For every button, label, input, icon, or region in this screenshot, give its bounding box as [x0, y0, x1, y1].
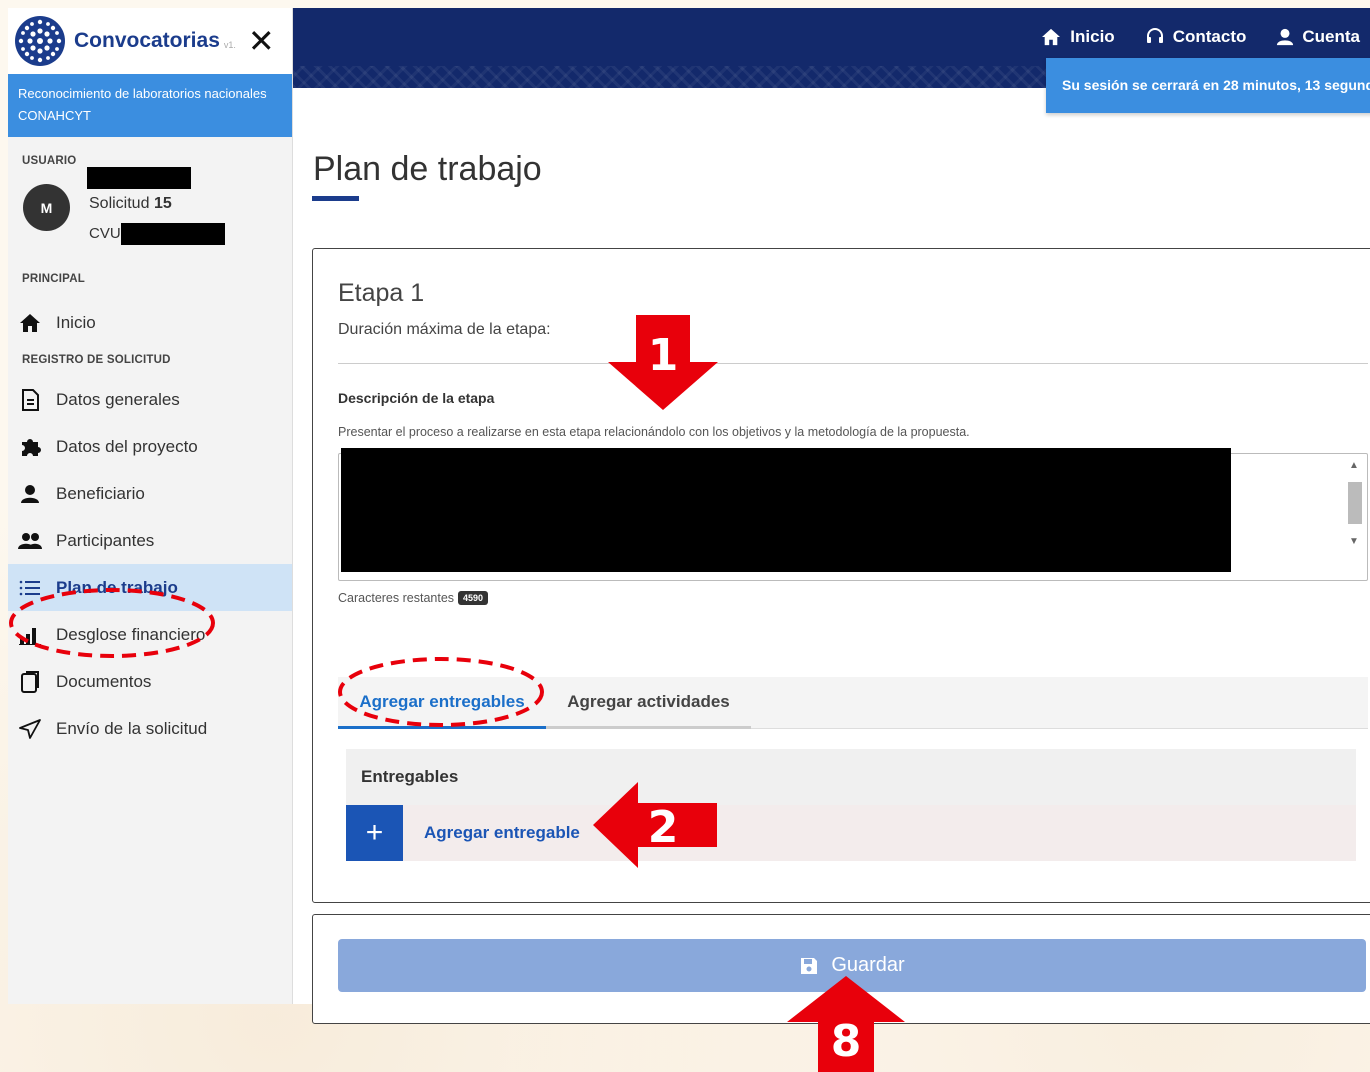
session-timeout-notice: Su sesión se cerrará en 28 minutos, 13 s…: [1046, 58, 1370, 113]
caracteres-count-badge: 4590: [458, 591, 489, 605]
section-principal: PRINCIPAL: [22, 273, 85, 285]
caracteres-label: Caracteres restantes: [338, 591, 455, 605]
textarea-scrollbar[interactable]: ▲ ▼: [1345, 458, 1363, 576]
sidebar-item-label: Datos generales: [56, 389, 180, 409]
bar-chart-icon: [18, 623, 42, 647]
solicitud-number: 15: [153, 195, 172, 212]
copy-icon: [18, 670, 42, 694]
redacted-username: [87, 167, 191, 189]
section-usuario: USUARIO: [22, 155, 77, 167]
sidebar-item-label: Plan de trabajo: [56, 577, 178, 597]
sidebar-item-label: Desglose financiero: [56, 624, 206, 644]
document-icon: [18, 388, 42, 412]
save-card: Guardar: [312, 914, 1370, 1024]
cvu-label: CVU: [89, 225, 121, 242]
scroll-down-icon[interactable]: ▼: [1349, 536, 1359, 547]
scroll-up-icon[interactable]: ▲: [1349, 460, 1359, 471]
main-content: Plan de trabajo Etapa 1 Duración máxima …: [293, 88, 1370, 1024]
app-version: v1.: [223, 40, 236, 50]
sidebar-item-label: Envío de la solicitud: [56, 718, 208, 738]
user-icon: [1277, 28, 1294, 46]
sidebar-item-desglose[interactable]: Desglose financiero: [8, 611, 292, 658]
sidebar-item-label: Participantes: [56, 530, 155, 550]
redacted-description: [341, 448, 1231, 572]
scroll-thumb[interactable]: [1348, 482, 1362, 524]
top-link-cuenta[interactable]: Cuenta: [1276, 27, 1360, 47]
sidebar-item-participantes[interactable]: Participantes: [8, 517, 292, 564]
sidebar: Convocatorias v1. ✕ Reconocimiento de la…: [8, 8, 293, 1004]
sidebar-item-beneficiario[interactable]: Beneficiario: [8, 470, 292, 517]
duracion-label: Duración máxima de la etapa:: [338, 321, 551, 338]
sidebar-item-label: Inicio: [56, 312, 96, 332]
list-icon: [18, 576, 42, 600]
etapa-tabs: Agregar entregables Agregar actividades: [338, 677, 1368, 729]
divider: [338, 363, 1368, 364]
sidebar-item-label: Datos del proyecto: [56, 436, 198, 456]
save-label: Guardar: [831, 954, 905, 976]
sidebar-header: Convocatorias v1. ✕: [8, 8, 292, 74]
home-icon: [18, 311, 42, 335]
caracteres-restantes: Caracteres restantes 4590: [338, 591, 489, 605]
headset-icon: [1146, 28, 1163, 43]
user-icon: [18, 482, 42, 506]
tab-agregar-entregables[interactable]: Agregar entregables: [338, 677, 546, 729]
save-button[interactable]: Guardar: [338, 939, 1366, 992]
etapa-card: Etapa 1 Duración máxima de la etapa: Des…: [312, 248, 1370, 903]
puzzle-icon: [18, 435, 42, 459]
save-icon: [801, 957, 818, 974]
solicitud-line: Solicitud 15: [89, 195, 172, 213]
convocatoria-banner: Reconocimiento de laboratorios nacionale…: [8, 74, 292, 137]
top-link-inicio[interactable]: Inicio: [1040, 27, 1115, 47]
sidebar-item-inicio[interactable]: Inicio: [8, 299, 292, 346]
sidebar-item-documentos[interactable]: Documentos: [8, 658, 292, 705]
sidebar-item-datos-proyecto[interactable]: Datos del proyecto: [8, 423, 292, 470]
users-icon: [18, 529, 42, 553]
close-icon[interactable]: ✕: [248, 25, 275, 57]
title-underline: [312, 196, 359, 201]
plus-icon[interactable]: +: [346, 805, 403, 861]
descripcion-textarea[interactable]: ▲ ▼: [338, 448, 1368, 581]
add-entregable-row[interactable]: + Agregar entregable: [346, 805, 1356, 861]
top-link-label: Contacto: [1172, 27, 1247, 46]
home-icon: [1042, 28, 1061, 46]
sidebar-item-label: Documentos: [56, 671, 152, 691]
etapa-title: Etapa 1: [338, 279, 425, 307]
solicitud-label: Solicitud: [89, 195, 150, 212]
add-entregable-link[interactable]: Agregar entregable: [424, 823, 580, 843]
sidebar-item-datos-generales[interactable]: Datos generales: [8, 376, 292, 423]
page-title: Plan de trabajo: [313, 150, 542, 188]
sidebar-item-label: Beneficiario: [56, 483, 145, 503]
app-logo-icon: [15, 16, 65, 66]
top-link-label: Inicio: [1070, 27, 1115, 46]
top-link-label: Cuenta: [1302, 27, 1360, 46]
send-icon: [18, 717, 42, 741]
entregables-panel: Entregables + Agregar entregable: [346, 749, 1356, 861]
descripcion-help: Presentar el proceso a realizarse en est…: [338, 425, 970, 439]
avatar: M: [23, 184, 70, 231]
sidebar-item-envio[interactable]: Envío de la solicitud: [8, 705, 292, 752]
section-registro: REGISTRO DE SOLICITUD: [22, 354, 171, 366]
redacted-cvu: [121, 223, 225, 245]
user-card: M Solicitud 15 CVU: [8, 167, 292, 259]
sidebar-item-plan-trabajo[interactable]: Plan de trabajo: [8, 564, 292, 611]
tab-agregar-actividades[interactable]: Agregar actividades: [546, 677, 751, 729]
top-link-contacto[interactable]: Contacto: [1145, 27, 1247, 47]
entregables-title: Entregables: [361, 767, 459, 786]
descripcion-label: Descripción de la etapa: [338, 390, 495, 406]
app-name: Convocatorias: [74, 29, 220, 52]
